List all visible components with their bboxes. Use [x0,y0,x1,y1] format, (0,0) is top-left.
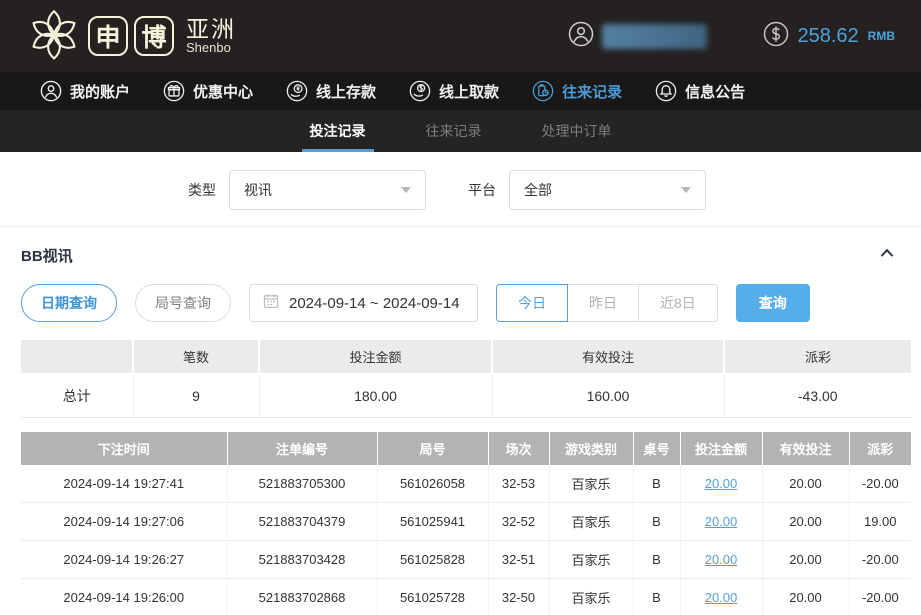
summary-total-row: 总计 9 180.00 160.00 -43.00 [21,374,911,417]
filter-row: 类型 视讯 平台 全部 [0,152,921,226]
summary-header-valid-bet: 有效投注 [492,340,724,374]
date-query-button[interactable]: 日期查询 [21,284,117,322]
chevron-down-icon [681,187,691,193]
quick-range-group: 今日 昨日 近8日 [496,284,718,322]
tab-bet-records[interactable]: 投注记录 [302,110,374,152]
section-header: BB视讯 [0,227,921,276]
gift-icon [163,80,185,102]
dollar-icon [763,21,789,52]
quick-today-button[interactable]: 今日 [496,284,568,322]
search-button[interactable]: 查询 [736,284,810,322]
summary-table: 笔数 投注金额 有效投注 派彩 总计 9 180.00 160.00 -43.0… [21,340,911,418]
table-row: 2024-09-14 19:27:06 521883704379 5610259… [21,503,911,541]
table-row: 2024-09-14 19:27:41 521883705300 5610260… [21,465,911,503]
nav-item-promotions[interactable]: 优惠中心 [163,80,253,102]
tab-transfer-records[interactable]: 往来记录 [418,110,490,152]
main-nav: 我的账户 优惠中心 线上存款 线上取款 [0,72,921,110]
brand-logo[interactable]: 申 博 亚洲 Shenbo [26,6,236,67]
bet-amount-link[interactable]: 20.00 [705,514,738,529]
table-row: 2024-09-14 19:26:27 521883703428 5610258… [21,541,911,579]
flower-icon [26,6,82,67]
top-header: 申 博 亚洲 Shenbo 258.62 RMB [0,0,921,72]
round-query-button[interactable]: 局号查询 [135,284,231,322]
quick-yesterday-button[interactable]: 昨日 [567,284,639,322]
withdraw-icon [409,80,431,102]
balance-amount: 258.62 [798,25,859,48]
query-row: 日期查询 局号查询 2024-09-14 ~ 2024-09-14 今日 昨日 … [0,276,921,336]
avatar-icon[interactable] [568,21,594,52]
deposit-icon [286,80,308,102]
user-icon [40,80,62,102]
summary-header-bet-amount: 投注金额 [259,340,492,374]
nav-item-withdraw[interactable]: 线上取款 [409,80,499,102]
username-redacted [602,24,707,49]
filter-type: 类型 视讯 [188,170,426,210]
section-title: BB视讯 [21,245,73,266]
balance[interactable]: 258.62 RMB [763,21,896,52]
type-select[interactable]: 视讯 [229,170,426,210]
transfer-records-icon [532,80,554,102]
brand-char-box: 申 [88,16,128,56]
summary-bet-amount: 180.00 [259,374,492,417]
nav-item-my-account[interactable]: 我的账户 [40,80,130,102]
bet-records-table: 下注时间 注单编号 局号 场次 游戏类别 桌号 投注金额 有效投注 派彩 202… [21,432,911,615]
summary-valid-bet: 160.00 [492,374,724,417]
bell-icon [655,80,677,102]
bet-amount-link[interactable]: 20.00 [705,476,738,491]
table-header-row: 下注时间 注单编号 局号 场次 游戏类别 桌号 投注金额 有效投注 派彩 [21,432,911,465]
summary-header-count: 笔数 [133,340,259,374]
calendar-icon [263,293,279,313]
date-range-input[interactable]: 2024-09-14 ~ 2024-09-14 [249,284,478,322]
bet-amount-link[interactable]: 20.00 [705,590,738,605]
nav-item-announcements[interactable]: 信息公告 [655,80,745,102]
table-row: 2024-09-14 19:26:00 521883702868 5610257… [21,579,911,615]
platform-label: 平台 [468,180,496,200]
balance-currency: RMB [868,29,895,43]
nav-item-transfer-records[interactable]: 往来记录 [532,80,622,102]
type-label: 类型 [188,180,216,200]
summary-payout: -43.00 [724,374,911,417]
summary-header-payout: 派彩 [724,340,911,374]
summary-header-empty [21,340,133,374]
filter-platform: 平台 全部 [468,170,706,210]
chevron-up-icon[interactable] [877,243,897,268]
summary-count: 9 [133,374,259,417]
quick-last8days-button[interactable]: 近8日 [638,284,718,322]
brand-region: 亚洲 Shenbo [186,17,236,55]
nav-item-deposit[interactable]: 线上存款 [286,80,376,102]
tab-pending-orders[interactable]: 处理中订单 [534,110,620,152]
brand-char-box: 博 [134,16,174,56]
bet-amount-link[interactable]: 20.00 [705,552,738,567]
record-tabs: 投注记录 往来记录 处理中订单 [0,110,921,152]
chevron-down-icon [401,187,411,193]
platform-select[interactable]: 全部 [509,170,706,210]
summary-total-label: 总计 [21,374,133,417]
